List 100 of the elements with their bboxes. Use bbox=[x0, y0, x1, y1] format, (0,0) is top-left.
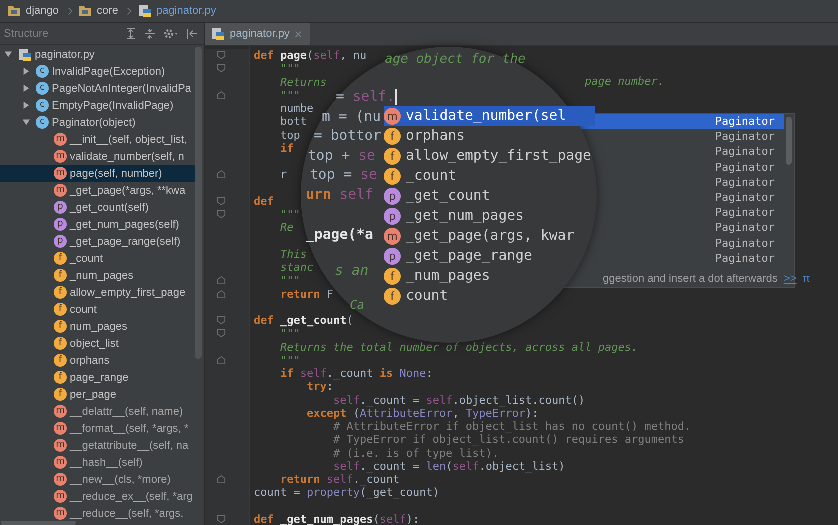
code-token: AttributeError bbox=[360, 406, 453, 420]
code-token: r bbox=[279, 168, 288, 182]
code-token: self bbox=[300, 367, 327, 380]
code-token: self bbox=[340, 187, 374, 203]
code-token: None bbox=[400, 367, 426, 380]
code-token: """ bbox=[279, 88, 300, 102]
code-token: is bbox=[380, 367, 394, 380]
field-icon: f bbox=[54, 388, 67, 401]
code-token: top + bbox=[308, 148, 352, 164]
field-icon: f bbox=[54, 303, 67, 316]
property-icon: p bbox=[54, 201, 67, 214]
code-token: m = (nu bbox=[322, 109, 382, 125]
code-token: _get_num_pages bbox=[280, 512, 374, 525]
code-token: ( bbox=[373, 512, 380, 525]
class-icon: c bbox=[36, 65, 49, 78]
code-token: Ca bbox=[350, 298, 364, 312]
code-token: """ bbox=[279, 208, 300, 221]
code-token: _page(*a bbox=[306, 227, 374, 243]
code-token: This bbox=[279, 248, 307, 261]
code-token: ( bbox=[353, 406, 360, 420]
code-token: ( bbox=[346, 314, 354, 327]
code-token: urn bbox=[306, 187, 332, 203]
code-token: top bbox=[279, 128, 300, 142]
code-token: ( bbox=[307, 49, 314, 62]
code-token: top = bbox=[310, 167, 354, 183]
code-token: """ bbox=[279, 327, 300, 340]
code-token: def bbox=[254, 49, 275, 62]
code-token: ( bbox=[446, 460, 453, 473]
code-token: page number. bbox=[585, 75, 664, 88]
field-icon: f bbox=[54, 337, 67, 350]
code-token: .object_list.count() bbox=[452, 394, 586, 406]
field-icon: f bbox=[54, 354, 67, 367]
property-icon: p bbox=[384, 248, 401, 264]
code-token: _get_count bbox=[280, 314, 347, 327]
code-token: def bbox=[254, 194, 274, 208]
class-icon: c bbox=[36, 99, 49, 112]
code-token: Re bbox=[279, 221, 294, 234]
class-icon: c bbox=[36, 116, 49, 129]
code-token: Returns the total number of objects, across all pages. bbox=[279, 340, 638, 354]
method-icon: m bbox=[54, 473, 67, 486]
code-token: stanc bbox=[279, 261, 314, 274]
property-icon: p bbox=[384, 188, 401, 204]
code-token: ): bbox=[406, 512, 420, 525]
code-token: self bbox=[314, 49, 340, 62]
code-token: if bbox=[279, 367, 295, 380]
field-icon: f bbox=[384, 268, 401, 284]
code-token: self. bbox=[352, 89, 396, 105]
property-icon: p bbox=[54, 218, 67, 231]
field-icon: f bbox=[384, 128, 401, 144]
code-token: # (i.e. is of type list). bbox=[332, 446, 500, 460]
code-token: , nu bbox=[340, 49, 367, 62]
code-token: count = bbox=[254, 486, 302, 500]
code-token: s an bbox=[335, 263, 369, 279]
code-token: self bbox=[332, 460, 360, 473]
field-icon: f bbox=[384, 148, 401, 164]
code-token: (_get_count) bbox=[360, 486, 440, 500]
method-icon: m bbox=[54, 507, 67, 520]
code-token: age object for the bbox=[385, 52, 526, 67]
code-token: : bbox=[326, 380, 334, 394]
field-icon: f bbox=[54, 371, 67, 384]
field-icon: f bbox=[54, 320, 67, 333]
panel-title: Structure bbox=[4, 28, 49, 40]
method-icon: m bbox=[384, 228, 401, 244]
method-icon: m bbox=[54, 167, 67, 180]
code-token: ): bbox=[526, 406, 539, 420]
field-icon: f bbox=[54, 286, 67, 299]
code-token: def bbox=[254, 314, 275, 327]
method-icon: m bbox=[54, 490, 67, 503]
property-icon: p bbox=[384, 208, 401, 224]
class-icon: c bbox=[36, 82, 49, 95]
code-token: ._count = bbox=[360, 460, 421, 473]
code-token: if bbox=[279, 142, 294, 155]
code-token: Returns bbox=[279, 76, 327, 88]
field-icon: f bbox=[384, 288, 401, 304]
code-token: F bbox=[326, 288, 334, 300]
code-token: """ bbox=[279, 354, 300, 367]
code-token: ._count bbox=[353, 473, 400, 486]
code-token: self bbox=[426, 394, 453, 406]
code-token: .object_list) bbox=[479, 460, 566, 473]
completion-hint: ggestion and insert a dot afterwards bbox=[603, 272, 778, 284]
code-token: self bbox=[332, 394, 360, 406]
code-token: = bottor bbox=[314, 128, 382, 144]
field-icon: f bbox=[54, 252, 67, 265]
code-token: page bbox=[280, 49, 307, 62]
method-icon: m bbox=[54, 184, 67, 197]
code-token: # AttributeError if object_list has no count() method. bbox=[332, 420, 692, 433]
code-token: property bbox=[306, 486, 360, 500]
field-icon: f bbox=[54, 269, 67, 282]
code-token: , bbox=[452, 406, 460, 420]
code-token: self bbox=[326, 473, 354, 486]
method-icon: m bbox=[54, 133, 67, 146]
code-token: numbe bbox=[279, 102, 314, 115]
code-token: : bbox=[426, 367, 433, 380]
field-icon: f bbox=[384, 168, 401, 184]
property-icon: p bbox=[54, 235, 67, 248]
method-icon: m bbox=[54, 150, 67, 163]
code-token: """ bbox=[279, 274, 300, 288]
code-token: """ bbox=[279, 62, 300, 76]
code-token: se bbox=[358, 148, 376, 164]
code-token: ._count = bbox=[360, 394, 421, 406]
